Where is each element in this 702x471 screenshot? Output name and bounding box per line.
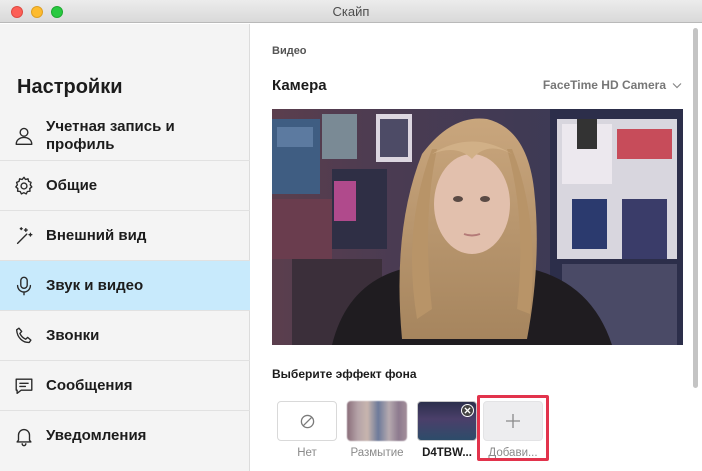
sidebar-item-label: Уведомления xyxy=(46,426,147,444)
chevron-down-icon xyxy=(672,82,682,88)
title-bar: Скайп xyxy=(0,0,702,23)
no-icon xyxy=(300,414,314,428)
sidebar-item-audio-video[interactable]: Звук и видео xyxy=(0,260,250,310)
camera-label: Камера xyxy=(272,77,327,94)
effect-none-thumb xyxy=(277,401,337,441)
magic-wand-icon xyxy=(12,224,36,248)
sidebar-item-general[interactable]: Общие xyxy=(0,160,250,210)
settings-content: Видео Камера FaceTime HD Camera Выберите… xyxy=(251,24,702,471)
bell-icon xyxy=(12,424,36,448)
effect-blur-thumb xyxy=(347,401,407,441)
user-icon xyxy=(12,124,36,148)
background-effect-label: Выберите эффект фона xyxy=(272,367,417,381)
sidebar-title: Настройки xyxy=(17,76,123,98)
message-icon xyxy=(12,374,36,398)
background-effects: Нет Размытие D4TBW... Добави... xyxy=(277,395,677,471)
close-icon xyxy=(464,407,471,414)
phone-icon xyxy=(12,324,36,348)
sidebar-item-label: Сообщения xyxy=(46,376,133,394)
sidebar-item-label: Звук и видео xyxy=(46,276,144,294)
sidebar-item-label: Общие xyxy=(46,176,98,194)
camera-preview xyxy=(272,109,683,345)
section-label-video: Видео xyxy=(272,45,307,57)
effect-label: Размытие xyxy=(350,447,404,459)
sidebar-item-messages[interactable]: Сообщения xyxy=(0,360,250,410)
add-effect-thumb xyxy=(483,401,543,441)
settings-nav: Учетная запись и профиль Общие Внешний в… xyxy=(0,111,250,460)
settings-sidebar: Настройки Учетная запись и профиль Общие… xyxy=(0,24,250,471)
content-scrollbar[interactable] xyxy=(693,28,698,388)
effect-blur[interactable]: Размытие xyxy=(347,401,407,459)
camera-preview-image xyxy=(272,109,683,345)
effect-label: Нет xyxy=(297,447,317,459)
camera-select[interactable]: FaceTime HD Camera xyxy=(543,78,682,92)
sidebar-item-label: Звонки xyxy=(46,326,100,344)
effect-none[interactable]: Нет xyxy=(277,401,337,459)
add-effect-button[interactable]: Добави... xyxy=(477,395,549,461)
sidebar-item-appearance[interactable]: Внешний вид xyxy=(0,210,250,260)
sidebar-item-label: Учетная запись и профиль xyxy=(46,117,175,153)
plus-icon xyxy=(506,414,520,428)
microphone-icon xyxy=(12,274,36,298)
remove-effect-button[interactable] xyxy=(461,404,474,417)
effect-custom-image[interactable]: D4TBW... xyxy=(417,401,477,459)
sidebar-item-label: Внешний вид xyxy=(46,226,147,244)
effect-label: D4TBW... xyxy=(422,447,472,459)
window-title: Скайп xyxy=(332,4,370,19)
sidebar-item-calls[interactable]: Звонки xyxy=(0,310,250,360)
sidebar-item-account[interactable]: Учетная запись и профиль xyxy=(0,111,250,160)
gear-icon xyxy=(12,174,36,198)
effect-custom-thumb xyxy=(417,401,477,441)
camera-select-value: FaceTime HD Camera xyxy=(542,78,666,92)
sidebar-item-notifications[interactable]: Уведомления xyxy=(0,410,250,460)
